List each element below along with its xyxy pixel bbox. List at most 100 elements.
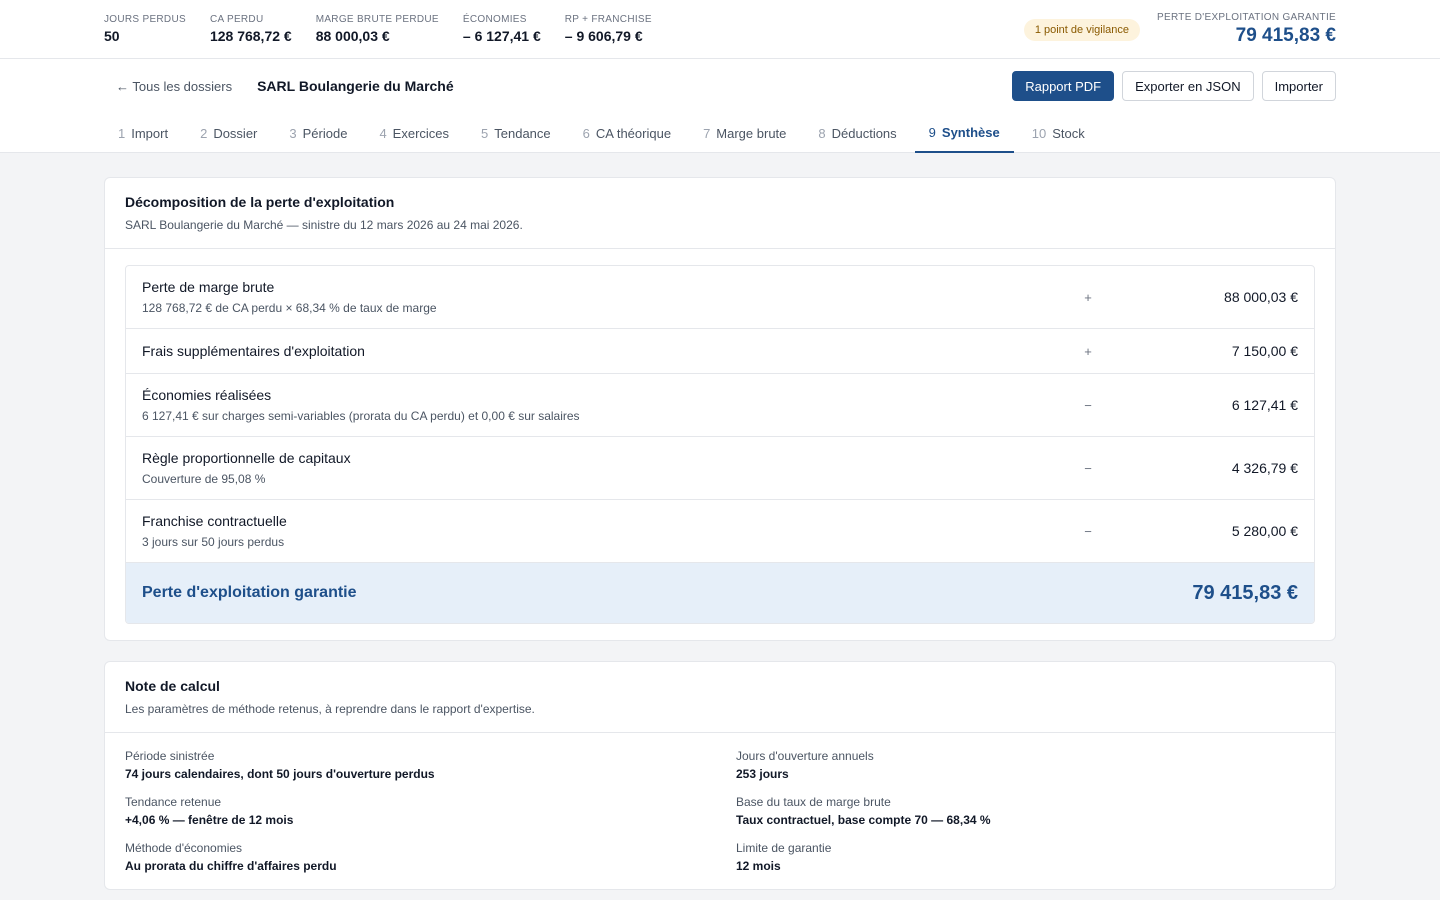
- row-text: Règle proportionnelle de capitaux Couver…: [142, 450, 1058, 486]
- card-title: Décomposition de la perte d'exploitation: [125, 194, 395, 210]
- tab-number: 10: [1031, 125, 1047, 141]
- tab-label: Marge brute: [716, 125, 787, 141]
- note-item: Base du taux de marge brute Taux contract…: [736, 795, 1315, 827]
- card-subtitle: Les paramètres de méthode retenus, à rep…: [125, 702, 535, 716]
- main-content: Décomposition de la perte d'exploitation…: [0, 153, 1440, 890]
- tab-number: 3: [289, 125, 297, 141]
- note-value: Au prorata du chiffre d'affaires perdu: [125, 859, 337, 873]
- tab-label: CA théorique: [595, 125, 672, 141]
- tab-ca-theorique[interactable]: 6 CA théorique: [569, 113, 685, 153]
- row-label: Économies réalisées: [142, 387, 272, 403]
- tab-label: Période: [302, 125, 348, 141]
- kpi-garantie: PERTE D'EXPLOITATION GARANTIE 79 415,83 …: [1157, 12, 1336, 47]
- kpi-label: JOURS PERDUS: [104, 14, 186, 25]
- tab-dossier[interactable]: 2 Dossier: [186, 113, 271, 153]
- row-label: Perte de marge brute: [142, 279, 275, 295]
- tab-import[interactable]: 1 Import: [104, 113, 182, 153]
- tab-label: Déductions: [831, 125, 897, 141]
- step-tabs: 1 Import 2 Dossier 3 Période 4 Exercices 5 Te…: [0, 113, 1440, 153]
- row-detail: 128 768,72 € de CA perdu × 68,34 % de ta…: [142, 301, 437, 315]
- row-sign: −: [1084, 523, 1092, 539]
- row-detail: Couverture de 95,08 %: [142, 472, 266, 486]
- pdf-report-button[interactable]: Rapport PDF: [1012, 71, 1115, 101]
- kpi-value: 128 768,72 €: [209, 28, 292, 44]
- kpi-rp-franchise: RP + FRANCHISE – 9 606,79 €: [565, 14, 652, 44]
- note-label: Période sinistrée: [125, 749, 215, 763]
- card-title: Note de calcul: [125, 678, 220, 694]
- kpi-right: 1 point de vigilance PERTE D'EXPLOITATIO…: [1023, 0, 1336, 59]
- total-amount: 79 415,83 €: [1192, 581, 1298, 604]
- note-value: 74 jours calendaires, dont 50 jours d'ou…: [125, 767, 435, 781]
- kpi-value: 88 000,03 €: [315, 28, 390, 44]
- note-label: Méthode d'économies: [125, 841, 243, 855]
- export-json-button[interactable]: Exporter en JSON: [1122, 71, 1254, 101]
- kpi-value: 50: [104, 28, 120, 44]
- note-label: Limite de garantie: [736, 841, 832, 855]
- tab-synthese[interactable]: 9 Synthèse: [914, 113, 1014, 153]
- row-sign: −: [1084, 460, 1092, 476]
- breakdown-table: Perte de marge brute 128 768,72 € de CA …: [125, 265, 1315, 624]
- kpi-label: RP + FRANCHISE: [564, 14, 652, 25]
- breakdown-row: Règle proportionnelle de capitaux Couver…: [126, 437, 1314, 500]
- note-item: Tendance retenue +4,06 % — fenêtre de 12 …: [125, 795, 736, 827]
- row-label: Franchise contractuelle: [142, 513, 287, 529]
- note-item: Période sinistrée 74 jours calendaires, d…: [125, 749, 736, 781]
- row-detail: 6 127,41 € sur charges semi-variables (p…: [142, 409, 580, 423]
- tab-label: Exercices: [392, 125, 450, 141]
- row-amount: 7 150,00 €: [1231, 343, 1298, 359]
- kpi-ca-perdu: CA PERDU 128 768,72 €: [210, 14, 292, 44]
- tab-tendance[interactable]: 5 Tendance: [467, 113, 565, 153]
- kpi-label: MARGE BRUTE PERDUE: [315, 14, 439, 25]
- kpi-label: CA PERDU: [209, 14, 264, 25]
- row-amount: 4 326,79 €: [1231, 460, 1298, 476]
- kpi-bar: JOURS PERDUS 50 CA PERDU 128 768,72 € MA…: [0, 0, 1440, 59]
- row-text: Franchise contractuelle 3 jours sur 50 j…: [142, 513, 1058, 549]
- import-button[interactable]: Importer: [1261, 71, 1336, 101]
- kpi-economies: ÉCONOMIES – 6 127,41 €: [463, 14, 541, 44]
- kpi-marge: MARGE BRUTE PERDUE 88 000,03 €: [316, 14, 439, 44]
- row-detail: 3 jours sur 50 jours perdus: [142, 535, 285, 549]
- note-value: 12 mois: [736, 859, 781, 873]
- breakdown-row: Économies réalisées 6 127,41 € sur charg…: [126, 374, 1314, 437]
- row-amount: 88 000,03 €: [1224, 289, 1298, 305]
- tab-number: 8: [818, 125, 826, 141]
- back-link[interactable]: ← Tous les dossiers: [116, 79, 232, 94]
- row-label: Frais supplémentaires d'exploitation: [142, 343, 365, 359]
- breakdown-row: Perte de marge brute 128 768,72 € de CA …: [126, 266, 1314, 329]
- page-header: ← Tous les dossiers SARL Boulangerie du …: [0, 59, 1440, 153]
- tab-marge-brute[interactable]: 7 Marge brute: [689, 113, 800, 153]
- row-amount: 6 127,41 €: [1231, 397, 1298, 413]
- tab-periode[interactable]: 3 Période: [275, 113, 361, 153]
- tab-deductions[interactable]: 8 Déductions: [804, 113, 910, 153]
- tab-number: 5: [481, 125, 489, 141]
- tab-exercices[interactable]: 4 Exercices: [365, 113, 463, 153]
- total-label: Perte d'exploitation garantie: [142, 584, 357, 601]
- tab-label: Synthèse: [941, 124, 1000, 140]
- card-body: Perte de marge brute 128 768,72 € de CA …: [105, 249, 1335, 640]
- row-text: Frais supplémentaires d'exploitation: [142, 343, 1058, 359]
- note-item: Jours d'ouverture annuels 253 jours: [736, 749, 1315, 781]
- note-card: Note de calcul Les paramètres de méthode…: [104, 661, 1336, 890]
- note-label: Tendance retenue: [125, 795, 222, 809]
- note-label: Base du taux de marge brute: [736, 795, 891, 809]
- tab-number: 4: [379, 125, 387, 141]
- header-actions: Rapport PDF Exporter en JSON Importer: [1012, 71, 1336, 101]
- row-amount: 5 280,00 €: [1231, 523, 1298, 539]
- row-sign: +: [1084, 343, 1092, 359]
- tab-stock[interactable]: 10 Stock: [1018, 113, 1099, 153]
- card-header: Note de calcul Les paramètres de méthode…: [105, 662, 1335, 733]
- breakdown-row: Frais supplémentaires d'exploitation + 7…: [126, 329, 1314, 374]
- tab-label: Tendance: [494, 125, 551, 141]
- kpi-label: PERTE D'EXPLOITATION GARANTIE: [1157, 12, 1336, 23]
- note-label: Jours d'ouverture annuels: [736, 749, 874, 763]
- note-value: Taux contractuel, base compte 70 — 68,34…: [736, 813, 991, 827]
- kpi-value: – 6 127,41 €: [462, 28, 541, 44]
- tab-number: 6: [582, 125, 590, 141]
- card-header: Décomposition de la perte d'exploitation…: [105, 178, 1335, 249]
- tab-number: 7: [703, 125, 711, 141]
- tab-number: 2: [200, 125, 208, 141]
- tab-number: 9: [928, 124, 936, 140]
- card-subtitle: SARL Boulangerie du Marché — sinistre du…: [125, 218, 523, 232]
- vigilance-badge[interactable]: 1 point de vigilance: [1023, 18, 1141, 41]
- row-sign: +: [1084, 289, 1092, 305]
